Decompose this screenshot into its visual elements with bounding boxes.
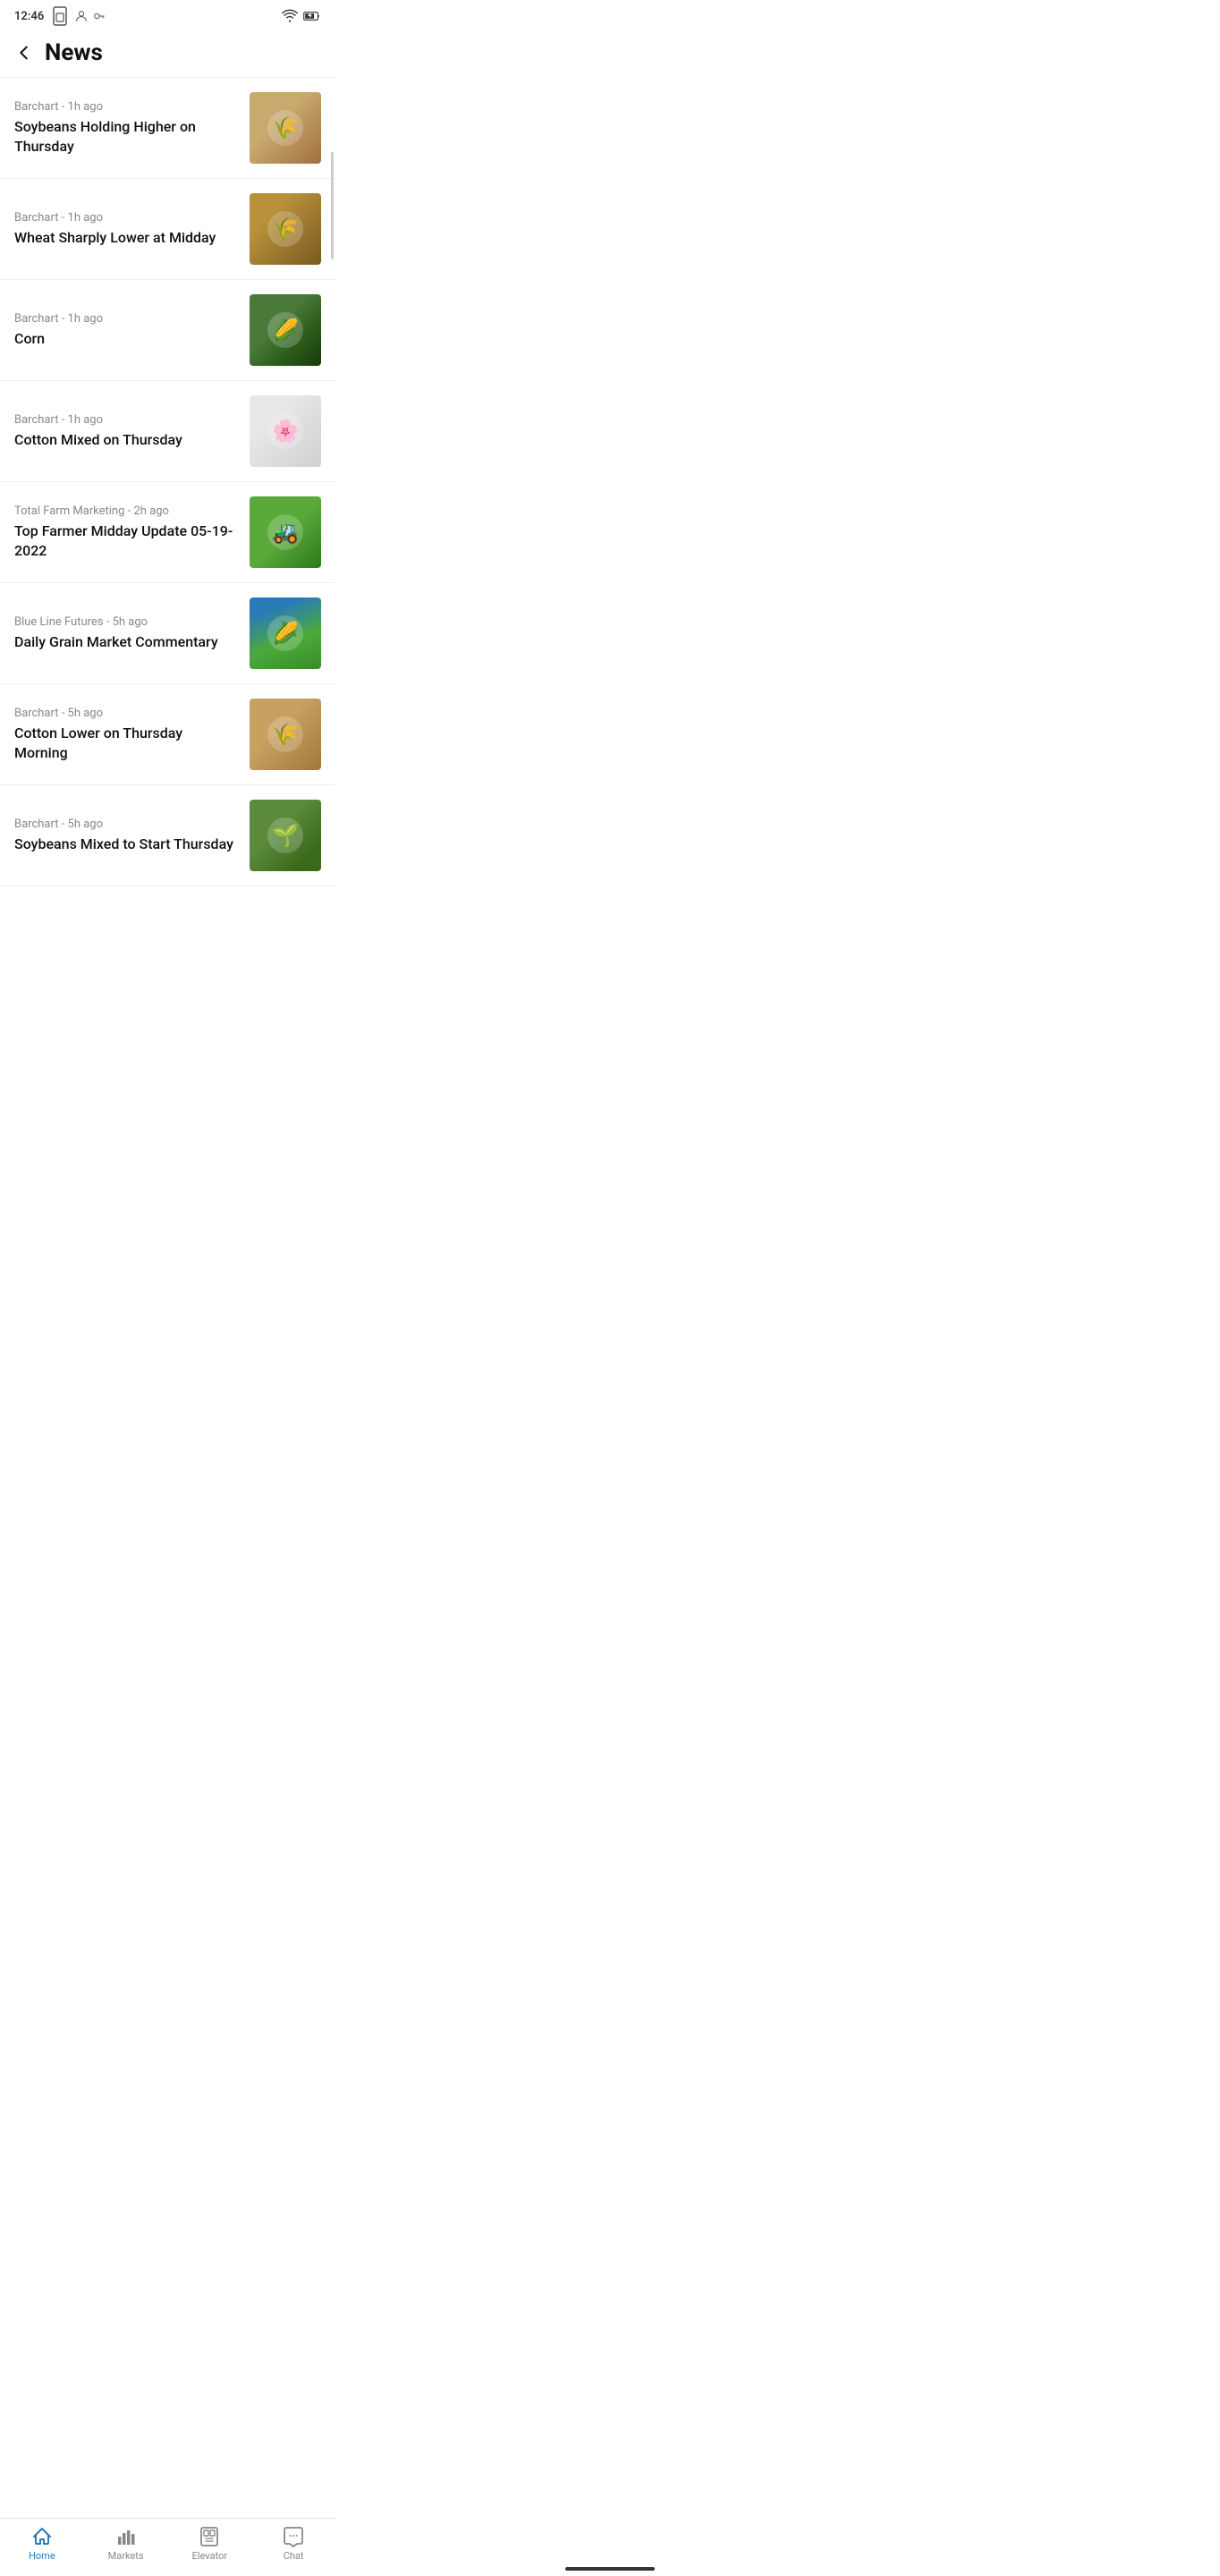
news-source: Barchart - 1h ago [14,312,239,326]
news-image: 🌾 [250,92,321,164]
news-image: 🌱 [250,800,321,871]
status-time: 12:46 [14,5,106,27]
news-headline: Soybeans Holding Higher on Thursday [14,117,239,156]
page-header: News [0,32,335,78]
news-source: Barchart - 1h ago [14,211,239,225]
chat-icon [283,2526,304,2547]
nav-elevator-label: Elevator [192,2550,227,2562]
bottom-navigation: Home Markets Elevator Chat [0,2518,335,2576]
news-item[interactable]: Barchart - 1h ago Corn 🌽 [0,280,335,381]
nav-chat-label: Chat [284,2550,304,2562]
news-image-shape: 🌾 [267,716,303,752]
nav-markets-label: Markets [108,2550,144,2562]
news-content: Barchart - 1h ago Corn [14,312,239,349]
key-icon [92,9,106,23]
avatar-icon [74,9,89,23]
news-content: Barchart - 1h ago Wheat Sharply Lower at… [14,211,239,248]
news-content: Barchart - 1h ago Cotton Mixed on Thursd… [14,413,239,450]
page-title: News [45,39,103,66]
news-image-shape: 🌽 [267,615,303,651]
news-content: Barchart - 1h ago Soybeans Holding Highe… [14,100,239,156]
news-image: 🌸 [250,395,321,467]
nav-home-label: Home [29,2550,55,2562]
news-content: Blue Line Futures - 5h ago Daily Grain M… [14,615,239,652]
news-image-shape: 🌽 [267,312,303,348]
nav-markets[interactable]: Markets [84,2526,168,2562]
news-image: 🚜 [250,496,321,568]
news-source: Barchart - 1h ago [14,100,239,114]
battery-icon [303,9,321,23]
home-indicator [565,2567,655,2571]
news-image-shape: 🌾 [267,211,303,247]
markets-icon [115,2526,137,2547]
news-image-shape: 🌸 [267,413,303,449]
status-bar: 12:46 [0,0,335,32]
news-image-shape: 🌱 [267,818,303,853]
news-headline: Cotton Lower on Thursday Morning [14,724,239,762]
news-source: Barchart - 1h ago [14,413,239,427]
news-source: Barchart - 5h ago [14,707,239,720]
news-headline: Soybeans Mixed to Start Thursday [14,835,239,854]
news-headline: Wheat Sharply Lower at Midday [14,228,239,248]
news-list: Barchart - 1h ago Soybeans Holding Highe… [0,78,335,958]
news-source: Total Farm Marketing - 2h ago [14,504,239,518]
scrollbar-indicator [331,152,334,259]
news-item[interactable]: Barchart - 1h ago Wheat Sharply Lower at… [0,179,335,280]
status-right-icons [282,9,321,23]
news-content: Barchart - 5h ago Cotton Lower on Thursd… [14,707,239,762]
news-image: 🌾 [250,193,321,265]
news-image-shape: 🚜 [267,514,303,550]
news-image: 🌽 [250,294,321,366]
sim-icon [49,5,71,27]
news-headline: Cotton Mixed on Thursday [14,430,239,450]
news-content: Total Farm Marketing - 2h ago Top Farmer… [14,504,239,560]
news-image: 🌽 [250,597,321,669]
news-source: Barchart - 5h ago [14,818,239,831]
news-image: 🌾 [250,699,321,770]
back-button[interactable] [14,43,34,63]
news-item[interactable]: Barchart - 5h ago Cotton Lower on Thursd… [0,684,335,785]
status-icons [49,5,106,27]
news-source: Blue Line Futures - 5h ago [14,615,239,629]
news-headline: Daily Grain Market Commentary [14,632,239,652]
news-item[interactable]: Barchart - 1h ago Soybeans Holding Highe… [0,78,335,179]
news-headline: Corn [14,329,239,349]
elevator-icon [199,2526,220,2547]
home-icon [31,2526,53,2547]
news-image-shape: 🌾 [267,110,303,146]
nav-elevator[interactable]: Elevator [168,2526,252,2562]
wifi-icon [282,9,298,23]
news-content: Barchart - 5h ago Soybeans Mixed to Star… [14,818,239,854]
nav-home[interactable]: Home [0,2526,84,2562]
news-item[interactable]: Blue Line Futures - 5h ago Daily Grain M… [0,583,335,684]
news-item[interactable]: Barchart - 1h ago Cotton Mixed on Thursd… [0,381,335,482]
news-item[interactable]: Barchart - 5h ago Soybeans Mixed to Star… [0,785,335,886]
news-headline: Top Farmer Midday Update 05-19-2022 [14,521,239,560]
news-item[interactable]: Total Farm Marketing - 2h ago Top Farmer… [0,482,335,583]
nav-chat[interactable]: Chat [251,2526,335,2562]
